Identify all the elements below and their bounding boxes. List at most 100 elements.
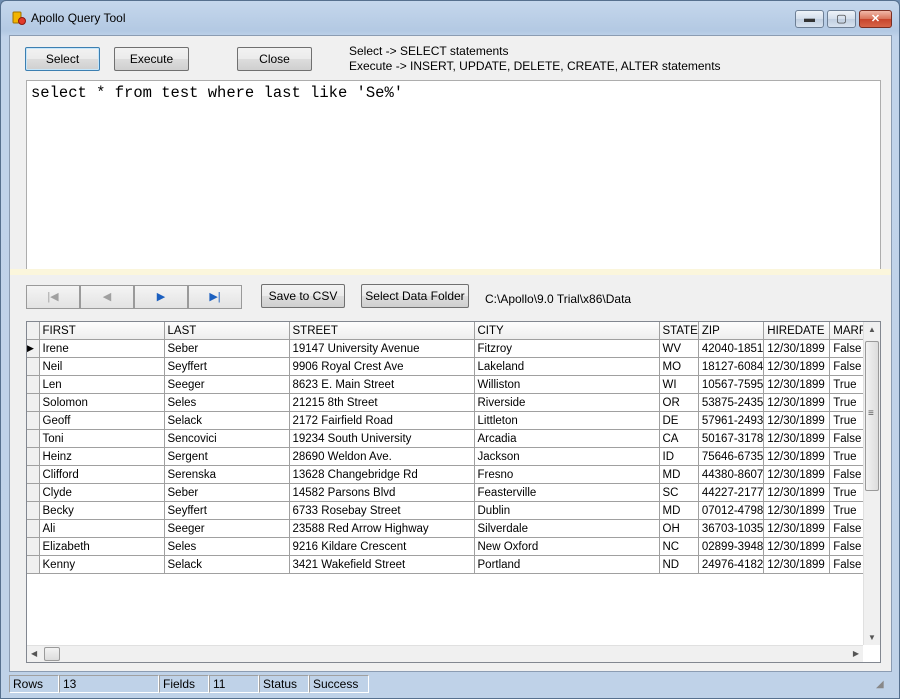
table-row[interactable]: Heinz Sergent 28690 Weldon Ave. Jackson ID 75… [27,447,869,466]
table-cell[interactable]: 75646-6735 [698,447,765,466]
row-indicator[interactable] [27,411,40,430]
table-cell[interactable]: Portland [474,555,660,574]
table-cell[interactable]: 12/30/1899 [763,465,831,484]
table-cell[interactable]: SC [659,483,699,502]
table-cell[interactable]: True [829,411,869,430]
close-button[interactable]: Close [237,47,312,71]
row-indicator[interactable] [27,501,40,520]
table-cell[interactable]: 12/30/1899 [763,447,831,466]
table-row[interactable]: Kenny Selack 3421 Wakefield Street Portland… [27,555,869,574]
table-cell[interactable]: Toni [39,429,165,448]
table-cell[interactable]: 42040-1851 [698,339,765,358]
table-row[interactable]: Neil Seyffert 9906 Royal Crest Ave Lakeland… [27,357,869,376]
table-row[interactable]: Ali Seeger 23588 Red Arrow Highway Silverda… [27,519,869,538]
table-row[interactable]: Toni Sencovici 19234 South University Arcad… [27,429,869,448]
close-window-button[interactable]: ✕ [859,10,892,28]
table-cell[interactable]: 2172 Fairfield Road [289,411,475,430]
table-cell[interactable]: Elizabeth [39,537,165,556]
table-cell[interactable]: Becky [39,501,165,520]
column-header-state[interactable]: STATE [659,322,699,340]
table-cell[interactable]: 3421 Wakefield Street [289,555,475,574]
column-header-first[interactable]: FIRST [39,322,165,340]
first-record-button[interactable]: |◀ [26,285,80,309]
table-cell[interactable]: Sergent [164,447,290,466]
table-cell[interactable]: Riverside [474,393,660,412]
table-cell[interactable]: DE [659,411,699,430]
table-cell[interactable]: NC [659,537,699,556]
table-cell[interactable]: 12/30/1899 [763,537,831,556]
execute-button[interactable]: Execute [114,47,189,71]
table-cell[interactable]: WV [659,339,699,358]
table-cell[interactable]: 12/30/1899 [763,501,831,520]
table-cell[interactable]: False [829,465,869,484]
row-indicator[interactable] [27,447,40,466]
splitter[interactable] [10,269,891,275]
table-row[interactable]: Solomon Seles 21215 8th Street Riverside OR 5… [27,393,869,412]
table-cell[interactable]: Solomon [39,393,165,412]
table-cell[interactable]: 50167-3178 [698,429,765,448]
table-cell[interactable]: Neil [39,357,165,376]
resize-grip-icon[interactable]: ◢ [876,679,888,691]
table-cell[interactable]: Jackson [474,447,660,466]
table-cell[interactable]: 12/30/1899 [763,357,831,376]
scroll-left-icon[interactable]: ◀ [31,649,37,658]
table-cell[interactable]: Seyffert [164,501,290,520]
table-cell[interactable]: 6733 Rosebay Street [289,501,475,520]
scroll-up-icon[interactable]: ▲ [868,325,876,334]
table-cell[interactable]: 12/30/1899 [763,519,831,538]
table-cell[interactable]: 02899-3948 [698,537,765,556]
table-cell[interactable]: Ali [39,519,165,538]
row-indicator[interactable]: ▶ [27,339,40,358]
row-indicator[interactable] [27,483,40,502]
table-cell[interactable]: 21215 8th Street [289,393,475,412]
table-row[interactable]: Len Seeger 8623 E. Main Street Williston WI 1… [27,375,869,394]
select-button[interactable]: Select [25,47,100,71]
table-cell[interactable]: 9906 Royal Crest Ave [289,357,475,376]
table-cell[interactable]: Feasterville [474,483,660,502]
table-cell[interactable]: 18127-6084 [698,357,765,376]
table-cell[interactable]: Littleton [474,411,660,430]
table-cell[interactable]: Seles [164,393,290,412]
maximize-button[interactable]: ▢ [827,10,856,28]
table-cell[interactable]: Seber [164,483,290,502]
table-cell[interactable]: Geoff [39,411,165,430]
table-cell[interactable]: 12/30/1899 [763,375,831,394]
save-to-csv-button[interactable]: Save to CSV [261,284,345,308]
results-grid[interactable]: FIRST LAST STREET CITY STATE ZIP HIREDATE MARR … [26,321,881,663]
table-cell[interactable]: 19234 South University [289,429,475,448]
table-cell[interactable]: 44380-8607 [698,465,765,484]
table-cell[interactable]: Silverdale [474,519,660,538]
scroll-right-icon[interactable]: ▶ [853,649,859,658]
table-cell[interactable]: Dublin [474,501,660,520]
table-cell[interactable]: ND [659,555,699,574]
column-header-zip[interactable]: ZIP [698,322,765,340]
vertical-scrollbar[interactable]: ▲ ≡ ▼ [863,322,880,645]
table-cell[interactable]: 53875-2435 [698,393,765,412]
table-cell[interactable]: Fresno [474,465,660,484]
column-header-last[interactable]: LAST [164,322,290,340]
table-cell[interactable]: MD [659,465,699,484]
table-cell[interactable]: 13628 Changebridge Rd [289,465,475,484]
table-cell[interactable]: True [829,483,869,502]
row-indicator[interactable] [27,357,40,376]
table-cell[interactable]: Len [39,375,165,394]
table-cell[interactable]: False [829,339,869,358]
select-data-folder-button[interactable]: Select Data Folder [361,284,469,308]
table-cell[interactable]: Lakeland [474,357,660,376]
table-cell[interactable]: 23588 Red Arrow Highway [289,519,475,538]
table-cell[interactable]: Fitzroy [474,339,660,358]
table-row[interactable]: Clyde Seber 14582 Parsons Blvd Feasterville… [27,483,869,502]
table-cell[interactable]: Kenny [39,555,165,574]
table-cell[interactable]: True [829,393,869,412]
query-editor[interactable]: select * from test where last like 'Se%' [26,80,881,270]
table-cell[interactable]: True [829,447,869,466]
last-record-button[interactable]: ▶| [188,285,242,309]
row-indicator[interactable] [27,465,40,484]
row-indicator[interactable] [27,537,40,556]
table-cell[interactable]: WI [659,375,699,394]
table-cell[interactable]: OR [659,393,699,412]
table-cell[interactable]: Irene [39,339,165,358]
table-cell[interactable]: OH [659,519,699,538]
table-cell[interactable]: 9216 Kildare Crescent [289,537,475,556]
row-indicator[interactable] [27,429,40,448]
